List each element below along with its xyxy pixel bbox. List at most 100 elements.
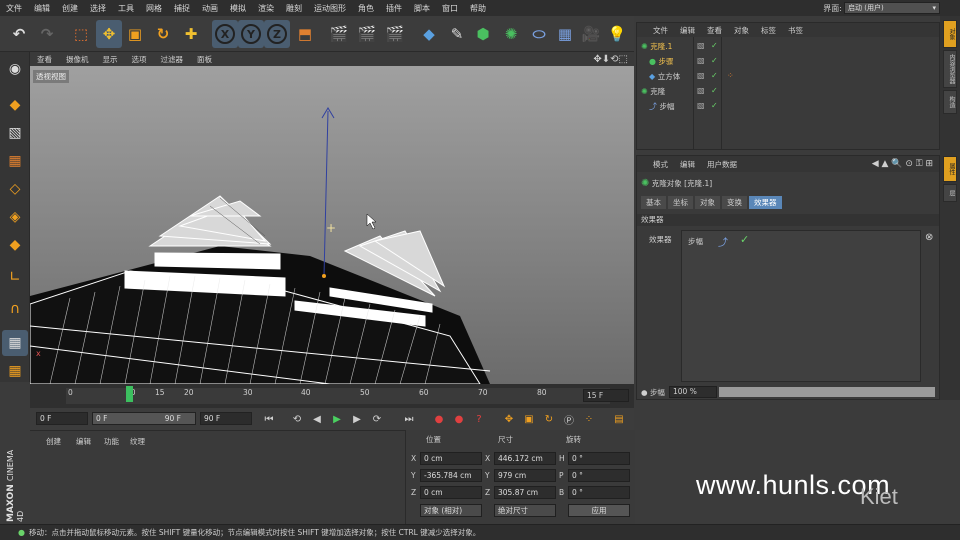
- previous-key-icon[interactable]: ⟲: [288, 410, 306, 428]
- menu-mograph[interactable]: 运动图形: [308, 3, 352, 14]
- keyframe-selection-icon[interactable]: ?: [470, 410, 488, 428]
- mat-menu-texture[interactable]: 纹理: [130, 436, 145, 447]
- redo-icon[interactable]: ↷: [34, 20, 60, 48]
- visibility-icon[interactable]: ▧: [697, 86, 705, 95]
- mat-menu-edit[interactable]: 编辑: [76, 436, 91, 447]
- next-frame-icon[interactable]: ▶: [348, 410, 366, 428]
- menu-snap[interactable]: 捕捉: [168, 3, 196, 14]
- tab-structure[interactable]: 构造: [943, 90, 957, 114]
- size-mode-select[interactable]: 绝对尺寸: [494, 504, 556, 517]
- obj-menu-file[interactable]: 文件: [637, 25, 674, 36]
- polygons-mode-icon[interactable]: ◆: [2, 232, 28, 258]
- go-to-end-icon[interactable]: ⏭: [400, 410, 418, 428]
- size-x-field[interactable]: 446.172 cm: [494, 452, 556, 465]
- tab-content-browser[interactable]: 内容浏览器: [943, 50, 957, 88]
- object-row[interactable]: ⤴ 步幅 ▧ ✓: [649, 101, 931, 115]
- attr-menu-edit[interactable]: 编辑: [674, 159, 701, 170]
- points-mode-icon[interactable]: ◇: [2, 176, 28, 202]
- rotation-key-icon[interactable]: ↻: [540, 410, 558, 428]
- timeline-track[interactable]: [66, 388, 610, 404]
- tab-transform[interactable]: 变换: [722, 196, 747, 209]
- current-frame-field[interactable]: 15 F: [583, 389, 629, 402]
- attr-menu-mode[interactable]: 模式: [637, 159, 674, 170]
- rot-b-field[interactable]: 0 °: [568, 486, 630, 499]
- menu-sculpt[interactable]: 雕刻: [280, 3, 308, 14]
- viewport-menu-filter[interactable]: 过滤器: [154, 54, 191, 65]
- visibility-icon[interactable]: ▧: [697, 101, 705, 110]
- cloner-icon[interactable]: ✺: [498, 20, 524, 48]
- planar-workplane-icon[interactable]: ▦: [2, 358, 28, 384]
- object-row[interactable]: ✺ 克隆 ▧ ✓: [641, 86, 931, 100]
- tab-object[interactable]: 对象: [695, 196, 720, 209]
- live-selection-icon[interactable]: ⬚: [68, 20, 94, 48]
- tab-coord[interactable]: 坐标: [668, 196, 693, 209]
- visibility-icon[interactable]: ▧: [697, 56, 705, 65]
- visibility-icon[interactable]: ▧: [697, 41, 705, 50]
- viewport-menu-display[interactable]: 显示: [96, 54, 125, 65]
- rot-h-field[interactable]: 0 °: [568, 452, 630, 465]
- playhead-marker[interactable]: [126, 386, 133, 402]
- render-settings-icon[interactable]: 🎬: [382, 20, 408, 48]
- menu-file[interactable]: 文件: [0, 3, 28, 14]
- move-tool-icon[interactable]: ✥: [96, 20, 122, 48]
- size-z-field[interactable]: 305.87 cm: [494, 486, 556, 499]
- menu-script[interactable]: 脚本: [408, 3, 436, 14]
- tab-objects[interactable]: 对象: [943, 20, 957, 48]
- list-menu-icon[interactable]: ⊗: [925, 232, 933, 243]
- y-axis-icon[interactable]: Y: [238, 20, 264, 48]
- snap-icon[interactable]: ∩: [2, 296, 28, 322]
- attr-menu-userdata[interactable]: 用户数据: [701, 159, 743, 170]
- rotate-tool-icon[interactable]: ↻: [150, 20, 176, 48]
- obj-menu-objects[interactable]: 对象: [728, 25, 755, 36]
- object-row[interactable]: ● 步骤 ▧ ✓: [649, 56, 931, 70]
- menu-tools[interactable]: 工具: [112, 3, 140, 14]
- go-to-start-icon[interactable]: ⏮: [260, 410, 278, 428]
- viewport-nav-icon[interactable]: ✥⬇⟲⬚: [593, 54, 634, 65]
- menu-window[interactable]: 窗口: [436, 3, 464, 14]
- model-mode-icon[interactable]: ◆: [2, 92, 28, 118]
- texture-mode-icon[interactable]: ▧: [2, 120, 28, 146]
- next-key-icon[interactable]: ⟳: [368, 410, 386, 428]
- pos-x-field[interactable]: 0 cm: [420, 452, 482, 465]
- camera-icon[interactable]: 🎥: [578, 20, 604, 48]
- obj-menu-tags[interactable]: 标签: [755, 25, 782, 36]
- timeline-window-icon[interactable]: ▤: [610, 410, 628, 428]
- tab-effectors[interactable]: 效果器: [749, 196, 782, 209]
- enabled-check-icon[interactable]: ✓: [711, 101, 718, 110]
- make-editable-icon[interactable]: ◉: [2, 56, 28, 82]
- enabled-check-icon[interactable]: ✓: [711, 86, 718, 95]
- spline-pen-icon[interactable]: ✎: [444, 20, 470, 48]
- play-icon[interactable]: ▶: [328, 410, 346, 428]
- obj-menu-view[interactable]: 查看: [701, 25, 728, 36]
- attr-nav-icons[interactable]: ◀ ▲ 🔍 ⊙ ⚿ ⊞: [872, 159, 939, 169]
- scale-tool-icon[interactable]: ▣: [122, 20, 148, 48]
- menu-select[interactable]: 选择: [84, 3, 112, 14]
- cube-icon[interactable]: ◆: [416, 20, 442, 48]
- workplane-lock-icon[interactable]: ▦: [2, 330, 28, 356]
- menu-create[interactable]: 创建: [56, 3, 84, 14]
- pla-key-icon[interactable]: ⁘: [580, 410, 598, 428]
- menu-edit[interactable]: 编辑: [28, 3, 56, 14]
- undo-icon[interactable]: ↶: [6, 20, 32, 48]
- deformer-icon[interactable]: ⬭: [526, 20, 552, 48]
- material-tag-icon[interactable]: ⁘: [727, 71, 734, 80]
- menu-animate[interactable]: 动画: [196, 3, 224, 14]
- viewport-menu-view[interactable]: 查看: [30, 54, 59, 65]
- mat-menu-function[interactable]: 功能: [104, 436, 119, 447]
- parameter-key-icon[interactable]: Ⓟ: [560, 410, 578, 428]
- effector-list[interactable]: 步幅 ⤴ ✓: [681, 230, 921, 382]
- tab-basic[interactable]: 基本: [641, 196, 666, 209]
- autokey-icon[interactable]: ●: [450, 410, 468, 428]
- recent-tool-icon[interactable]: ✚: [178, 20, 204, 48]
- subdivision-icon[interactable]: ⬢: [470, 20, 496, 48]
- enabled-check-icon[interactable]: ✓: [711, 41, 718, 50]
- edges-mode-icon[interactable]: ◈: [2, 204, 28, 230]
- pos-z-field[interactable]: 0 cm: [420, 486, 482, 499]
- previous-frame-icon[interactable]: ◀: [308, 410, 326, 428]
- object-row[interactable]: ✺ 克隆.1 ▧ ✓: [641, 41, 931, 55]
- menu-character[interactable]: 角色: [352, 3, 380, 14]
- size-y-field[interactable]: 979 cm: [494, 469, 556, 482]
- render-view-icon[interactable]: 🎬: [326, 20, 352, 48]
- visibility-icon[interactable]: ▧: [697, 71, 705, 80]
- start-frame-field[interactable]: 0 F: [36, 412, 88, 425]
